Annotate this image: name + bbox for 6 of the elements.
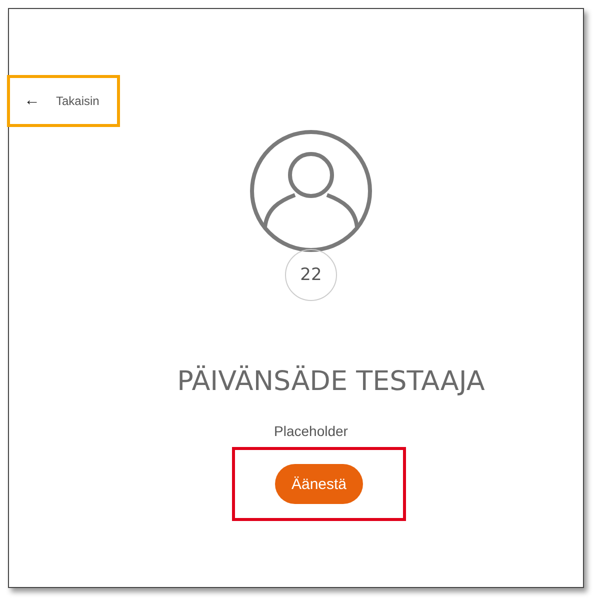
profile-name: PÄIVÄNSÄDE TESTAAJA: [177, 366, 485, 397]
back-button[interactable]: ← Takaisin: [7, 75, 120, 127]
back-arrow-icon: ←: [24, 92, 40, 110]
user-avatar-icon: [249, 129, 373, 253]
number-badge: 22: [285, 249, 337, 301]
profile-subtitle: Placeholder: [274, 423, 348, 439]
